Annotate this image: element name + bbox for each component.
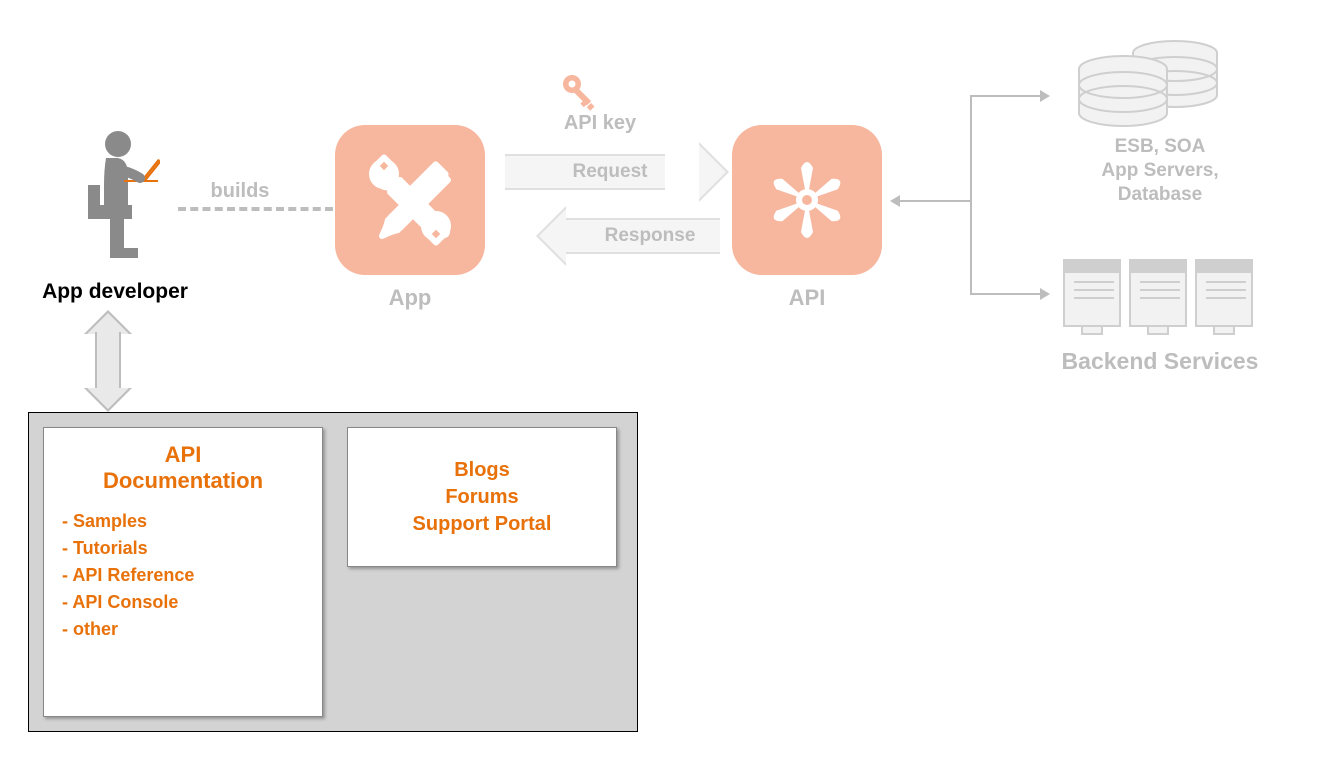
developer-icon xyxy=(60,130,160,260)
api-key-label: API key xyxy=(540,112,660,135)
api-doc-title: API Documentation xyxy=(62,442,304,494)
backend-connector-top xyxy=(970,95,1040,97)
request-arrow: Request xyxy=(505,148,705,196)
backend-title: Backend Services xyxy=(1020,348,1300,375)
app-icon xyxy=(335,125,485,275)
developer-label: App developer xyxy=(30,280,200,304)
app-label: App xyxy=(335,285,485,311)
community-line: Support Portal xyxy=(413,511,552,538)
api-doc-list: - Samples - Tutorials - API Reference - … xyxy=(62,508,304,643)
backend-connector-to-api xyxy=(900,200,972,202)
arrowhead-to-servers xyxy=(1040,288,1050,300)
builds-connector xyxy=(178,207,333,211)
api-label: API xyxy=(732,285,882,311)
database-icon xyxy=(1065,35,1235,135)
backend-connector-bottom xyxy=(970,293,1040,295)
backend-top-label: ESB, SOA App Servers, Database xyxy=(1060,135,1260,206)
community-line: Blogs xyxy=(413,457,552,484)
arrowhead-to-db xyxy=(1040,90,1050,102)
documentation-panel: API Documentation - Samples - Tutorials … xyxy=(28,412,638,732)
list-item: - Samples xyxy=(62,508,304,535)
dev-docs-connector xyxy=(90,310,126,410)
list-item: - API Console xyxy=(62,589,304,616)
servers-icon xyxy=(1060,250,1260,350)
api-icon xyxy=(732,125,882,275)
response-arrow: Response xyxy=(530,212,730,260)
builds-label: builds xyxy=(200,180,280,203)
key-icon xyxy=(560,72,600,117)
list-item: - API Reference xyxy=(62,562,304,589)
backend-connector-vert xyxy=(970,95,972,295)
list-item: - Tutorials xyxy=(62,535,304,562)
response-label: Response xyxy=(565,225,696,247)
api-documentation-card: API Documentation - Samples - Tutorials … xyxy=(43,427,323,717)
request-label: Request xyxy=(563,161,648,183)
community-card: Blogs Forums Support Portal xyxy=(347,427,617,567)
list-item: - other xyxy=(62,616,304,643)
arrowhead-to-api xyxy=(890,195,900,207)
community-line: Forums xyxy=(413,484,552,511)
